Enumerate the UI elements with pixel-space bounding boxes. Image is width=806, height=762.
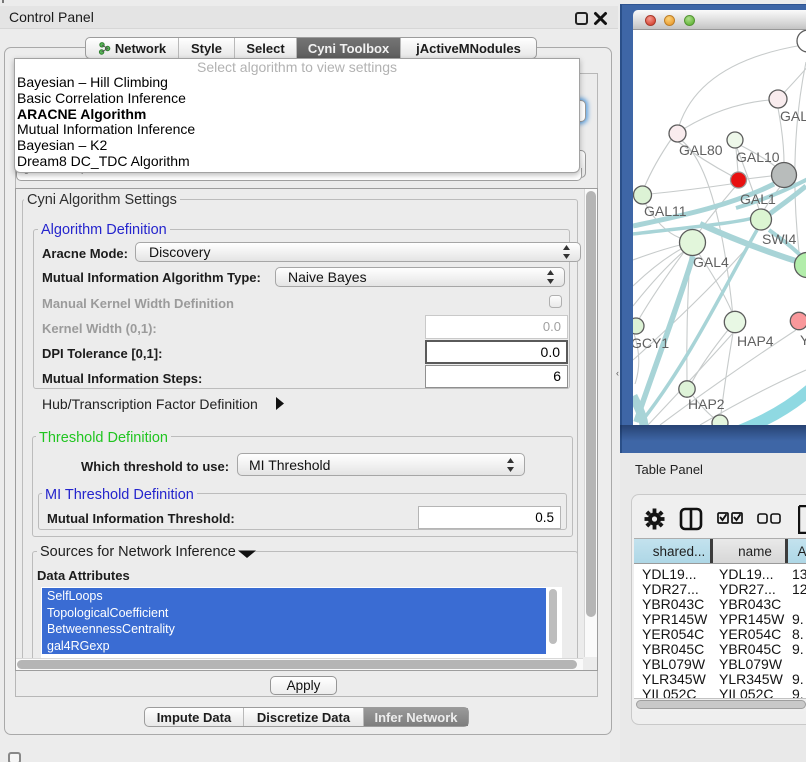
svg-text:GAL7: GAL7 (780, 108, 806, 124)
svg-text:GAL10: GAL10 (736, 149, 780, 165)
svg-text:GCY1: GCY1 (633, 335, 669, 351)
svg-text:SWI4: SWI4 (762, 231, 796, 247)
svg-text:GAL11: GAL11 (644, 203, 687, 219)
svg-text:GAL4: GAL4 (693, 254, 729, 270)
svg-text:GAL80: GAL80 (679, 142, 723, 158)
svg-text:HAP4: HAP4 (737, 333, 774, 349)
svg-text:GAL1: GAL1 (740, 191, 776, 207)
svg-text:Y: Y (800, 332, 806, 348)
svg-text:HAP2: HAP2 (688, 396, 725, 412)
